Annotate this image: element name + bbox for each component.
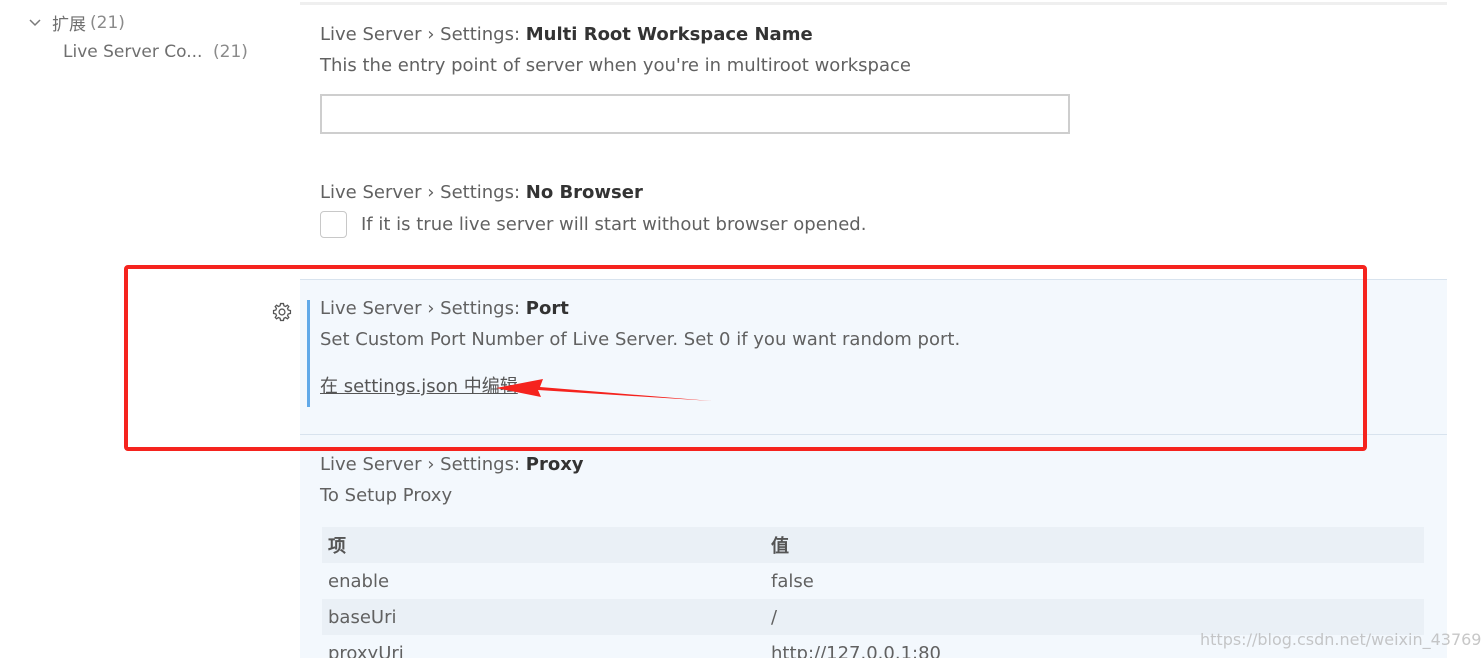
setting-category: Live Server › Settings: <box>320 182 526 203</box>
toc-group-label: 扩展 <box>52 15 86 35</box>
toc-item-count: (21) <box>213 42 248 62</box>
settings-editor: 扩展 (21) Live Server Co... (21) Live Serv… <box>0 0 1482 658</box>
table-cell-value: false <box>771 570 814 592</box>
setting-name: Proxy <box>525 454 584 475</box>
watermark: https://blog.csdn.net/weixin_43769220 <box>1200 630 1482 649</box>
setting-no-browser: Live Server › Settings: No Browser If it… <box>320 182 866 238</box>
setting-name: Multi Root Workspace Name <box>525 24 813 45</box>
setting-title: Live Server › Settings: Proxy <box>320 454 584 475</box>
setting-multi-root-workspace-name: Live Server › Settings: Multi Root Works… <box>320 24 911 76</box>
table-cell-key: baseUri <box>328 606 397 628</box>
chevron-down-icon <box>29 18 41 26</box>
multi-root-workspace-name-input[interactable] <box>320 94 1070 134</box>
top-divider <box>300 2 1447 5</box>
toc-item-label: Live Server Co... <box>63 42 203 62</box>
setting-proxy: Live Server › Settings: Proxy To Setup P… <box>320 454 584 506</box>
setting-category: Live Server › Settings: <box>320 24 526 45</box>
setting-description: If it is true live server will start wit… <box>361 214 867 235</box>
setting-name: No Browser <box>525 182 643 203</box>
table-header-key: 项 <box>328 536 346 557</box>
annotation-highlight-box <box>124 265 1367 451</box>
table-row[interactable]: enable false <box>322 563 1424 599</box>
toc-item-live-server[interactable]: Live Server Co... (21) <box>63 42 248 62</box>
table-header-value: 值 <box>771 536 789 557</box>
toc-group-count: (21) <box>90 12 125 33</box>
table-cell-key: enable <box>328 570 390 592</box>
no-browser-checkbox[interactable] <box>320 211 347 238</box>
setting-title: Live Server › Settings: No Browser <box>320 182 866 203</box>
setting-category: Live Server › Settings: <box>320 454 526 475</box>
toc-group-extensions[interactable]: 扩展 (21) <box>28 10 125 35</box>
table-cell-key: proxyUri <box>328 642 404 658</box>
table-header-row: 项 值 <box>322 527 1424 563</box>
setting-title: Live Server › Settings: Multi Root Works… <box>320 24 911 45</box>
setting-description: To Setup Proxy <box>320 485 453 506</box>
setting-description: This the entry point of server when you'… <box>320 55 911 76</box>
